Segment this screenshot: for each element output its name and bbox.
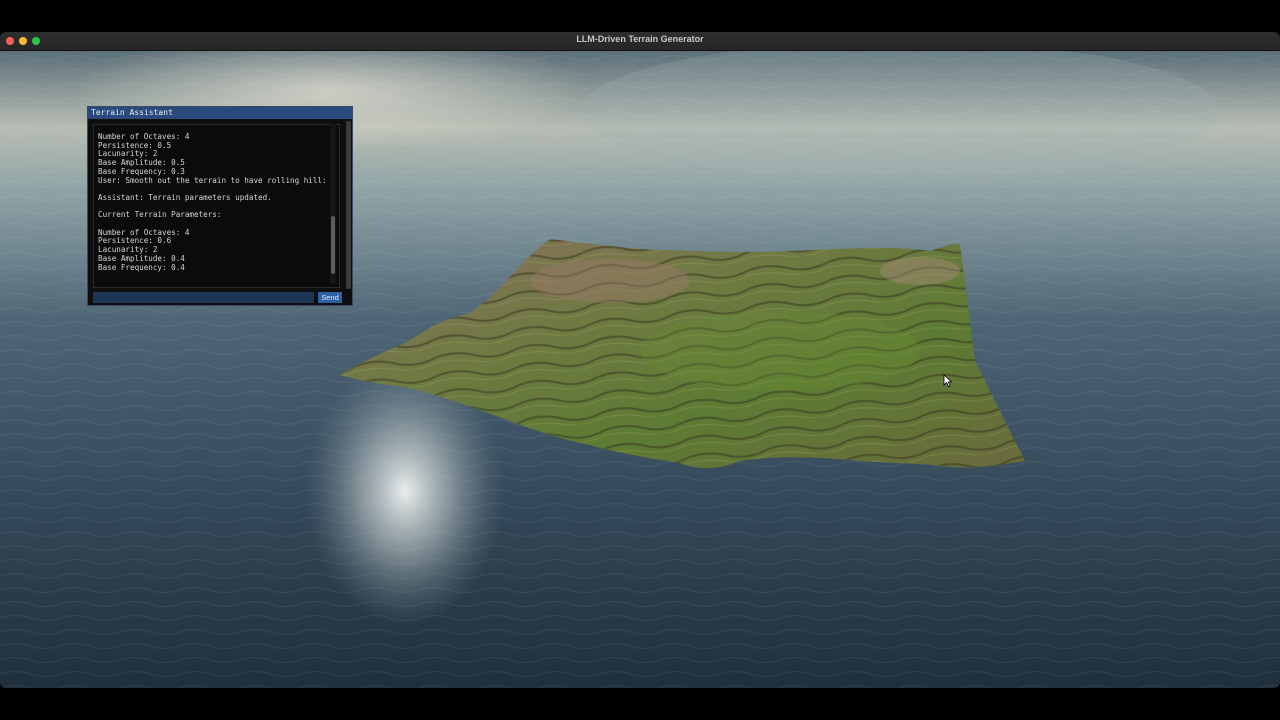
chat-line: Base Frequency: 0.3 <box>98 166 185 176</box>
mouse-cursor-icon <box>943 374 953 388</box>
chat-line: Base Frequency: 0.4 <box>98 262 185 272</box>
title-bar[interactable]: LLM-Driven Terrain Generator <box>0 32 1280 51</box>
terrain-grass-area <box>640 311 920 391</box>
chat-line: Base Amplitude: 0.4 <box>98 253 185 263</box>
chat-vertical-scrollbar[interactable] <box>330 124 336 284</box>
chat-line: User: Smooth out the terrain to have rol… <box>98 175 327 185</box>
chat-line: Assistant: Terrain parameters updated. <box>98 192 272 202</box>
chat-line: Persistence: 0.6 <box>98 236 172 246</box>
chat-input[interactable] <box>93 292 314 303</box>
panel-scrollbar-thumb[interactable] <box>346 121 351 289</box>
chat-line: Number of Octaves: 4 <box>98 227 190 237</box>
panel-scrollbar[interactable] <box>346 121 351 289</box>
chat-line: Base Amplitude: 0.5 <box>98 158 185 168</box>
chat-line: Lacunarity: 2 <box>98 149 158 159</box>
chat-line: Persistence: 0.5 <box>98 140 172 150</box>
terrain-rocky-highland <box>530 259 690 303</box>
chat-line: Lacunarity: 2 <box>98 245 158 255</box>
terrain-assistant-panel[interactable]: Terrain Assistant Number of Octaves: 4 P… <box>87 106 353 306</box>
chat-log-text: Number of Octaves: 4 Persistence: 0.5 La… <box>94 125 339 272</box>
window-title: LLM-Driven Terrain Generator <box>576 34 704 44</box>
send-button[interactable]: Send <box>318 292 342 303</box>
chat-log[interactable]: Number of Octaves: 4 Persistence: 0.5 La… <box>93 124 340 288</box>
terrain-rocky-peak <box>880 257 960 285</box>
panel-title[interactable]: Terrain Assistant <box>88 107 352 119</box>
chat-line: Number of Octaves: 4 <box>98 132 190 141</box>
chat-scrollbar-thumb[interactable] <box>331 216 335 274</box>
chat-line: Current Terrain Parameters: <box>98 210 222 220</box>
